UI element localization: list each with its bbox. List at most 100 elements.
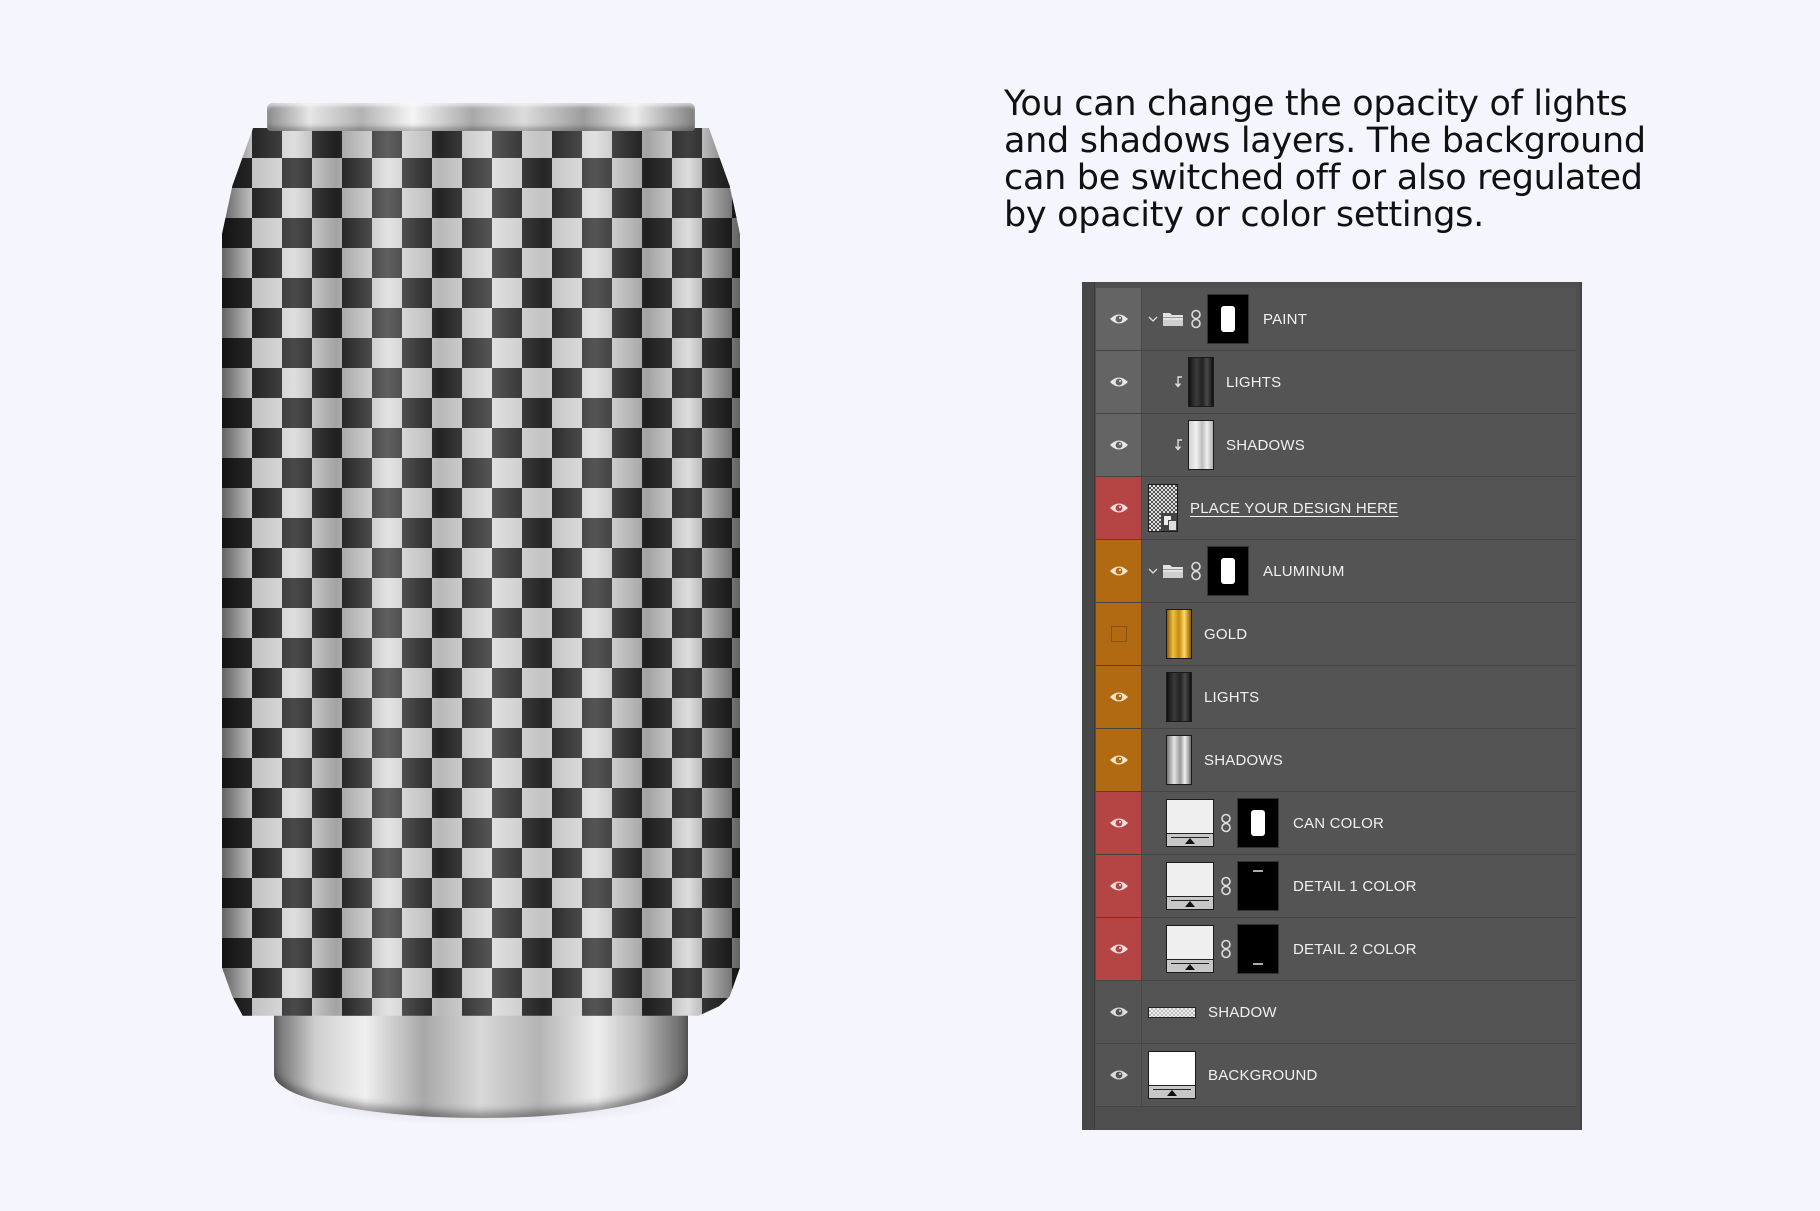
layer-row[interactable]: DETAIL 2 COLOR bbox=[1096, 918, 1576, 981]
layer-mask-thumbnail[interactable] bbox=[1237, 798, 1279, 848]
layer-row[interactable]: LIGHTS bbox=[1096, 666, 1576, 729]
chain-link-icon bbox=[1220, 813, 1237, 833]
layer-mask-thumbnail[interactable] bbox=[1207, 546, 1249, 596]
visibility-toggle[interactable] bbox=[1096, 918, 1142, 980]
layer-row[interactable]: LIGHTS bbox=[1096, 351, 1576, 414]
smart-object-icon bbox=[1161, 513, 1177, 531]
can-rim bbox=[267, 103, 695, 131]
top-line-mask bbox=[1253, 870, 1263, 872]
layer-thumbnail[interactable] bbox=[1166, 609, 1192, 659]
layers-list: PAINT LIGHTS SHADOWS PLACE YOUR DESIGN H… bbox=[1096, 288, 1576, 1121]
chain-link-icon bbox=[1190, 309, 1207, 329]
layer-thumbnail[interactable] bbox=[1166, 735, 1192, 785]
layer-thumbnail[interactable] bbox=[1166, 672, 1192, 722]
smart-object-thumbnail[interactable] bbox=[1148, 484, 1178, 532]
layer-row[interactable]: DETAIL 1 COLOR bbox=[1096, 855, 1576, 918]
layer-row[interactable]: ALUMINUM bbox=[1096, 540, 1576, 603]
fill-layer-thumbnail[interactable] bbox=[1166, 862, 1214, 910]
layer-content: SHADOWS bbox=[1142, 414, 1576, 476]
layer-row[interactable]: SHADOWS bbox=[1096, 729, 1576, 792]
can-mockup bbox=[222, 100, 742, 1125]
layer-name[interactable]: SHADOWS bbox=[1204, 752, 1283, 769]
layer-content: SHADOWS bbox=[1142, 729, 1576, 791]
visibility-toggle[interactable] bbox=[1096, 1044, 1142, 1106]
layer-row[interactable]: SHADOW bbox=[1096, 981, 1576, 1044]
eye-icon[interactable] bbox=[1109, 565, 1129, 577]
eye-icon[interactable] bbox=[1109, 376, 1129, 388]
folder-icon bbox=[1162, 563, 1190, 579]
eye-icon[interactable] bbox=[1109, 1006, 1129, 1018]
layer-thumbnail[interactable] bbox=[1188, 357, 1214, 407]
fill-adjust-icon bbox=[1167, 833, 1213, 846]
layer-mask-thumbnail[interactable] bbox=[1237, 924, 1279, 974]
fill-layer-thumbnail[interactable] bbox=[1166, 799, 1214, 847]
layer-row[interactable]: CAN COLOR bbox=[1096, 792, 1576, 855]
layer-name[interactable]: PAINT bbox=[1263, 311, 1307, 328]
eye-icon[interactable] bbox=[1109, 817, 1129, 829]
visibility-toggle[interactable] bbox=[1096, 981, 1142, 1043]
can-shape-mask bbox=[1221, 306, 1235, 332]
visibility-toggle[interactable] bbox=[1096, 855, 1142, 917]
visibility-toggle[interactable] bbox=[1096, 414, 1142, 476]
eye-icon[interactable] bbox=[1109, 943, 1129, 955]
layer-name[interactable]: DETAIL 2 COLOR bbox=[1293, 941, 1417, 958]
eye-icon[interactable] bbox=[1109, 502, 1129, 514]
layers-panel: PAINT LIGHTS SHADOWS PLACE YOUR DESIGN H… bbox=[1082, 282, 1582, 1130]
clipping-arrow-icon bbox=[1174, 439, 1188, 451]
can-shape-mask bbox=[1221, 558, 1235, 584]
layer-content: PLACE YOUR DESIGN HERE bbox=[1142, 477, 1576, 539]
can-shape-mask bbox=[1251, 810, 1265, 836]
chevron-down-icon[interactable] bbox=[1142, 314, 1162, 324]
visibility-toggle-off[interactable] bbox=[1096, 603, 1142, 665]
layer-row[interactable]: SHADOWS bbox=[1096, 414, 1576, 477]
layer-content: PAINT bbox=[1142, 288, 1576, 350]
visibility-toggle[interactable] bbox=[1096, 792, 1142, 854]
layer-name[interactable]: BACKGROUND bbox=[1208, 1067, 1318, 1084]
panel-left-strip bbox=[1082, 282, 1095, 1130]
eye-icon[interactable] bbox=[1109, 880, 1129, 892]
fill-layer-thumbnail[interactable] bbox=[1148, 1051, 1196, 1099]
fill-layer-thumbnail[interactable] bbox=[1166, 925, 1214, 973]
layer-name[interactable]: SHADOWS bbox=[1226, 437, 1305, 454]
layer-name[interactable]: DETAIL 1 COLOR bbox=[1293, 878, 1417, 895]
eye-icon[interactable] bbox=[1109, 439, 1129, 451]
layer-name[interactable]: ALUMINUM bbox=[1263, 563, 1345, 580]
layer-mask-thumbnail[interactable] bbox=[1237, 861, 1279, 911]
fill-adjust-icon bbox=[1167, 959, 1213, 972]
layer-content: DETAIL 2 COLOR bbox=[1142, 918, 1576, 980]
can-base bbox=[274, 1008, 688, 1118]
folder-icon bbox=[1162, 311, 1190, 327]
layer-name[interactable]: SHADOW bbox=[1208, 1004, 1277, 1021]
eye-icon[interactable] bbox=[1109, 691, 1129, 703]
visibility-toggle[interactable] bbox=[1096, 288, 1142, 350]
visibility-toggle[interactable] bbox=[1096, 666, 1142, 728]
layer-content: LIGHTS bbox=[1142, 351, 1576, 413]
layer-content: ALUMINUM bbox=[1142, 540, 1576, 602]
chain-link-icon bbox=[1220, 939, 1237, 959]
layer-thumbnail[interactable] bbox=[1148, 1006, 1196, 1018]
layer-row[interactable]: PAINT bbox=[1096, 288, 1576, 351]
visibility-toggle[interactable] bbox=[1096, 477, 1142, 539]
visibility-toggle[interactable] bbox=[1096, 729, 1142, 791]
bottom-line-mask bbox=[1253, 963, 1263, 965]
layer-thumbnail[interactable] bbox=[1188, 420, 1214, 470]
layer-name[interactable]: LIGHTS bbox=[1226, 374, 1281, 391]
visibility-toggle[interactable] bbox=[1096, 540, 1142, 602]
layer-mask-thumbnail[interactable] bbox=[1207, 294, 1249, 344]
layer-row[interactable]: BACKGROUND bbox=[1096, 1044, 1576, 1107]
layer-row[interactable]: PLACE YOUR DESIGN HERE bbox=[1096, 477, 1576, 540]
eye-icon[interactable] bbox=[1109, 1069, 1129, 1081]
layer-name[interactable]: GOLD bbox=[1204, 626, 1247, 643]
chevron-down-icon[interactable] bbox=[1142, 566, 1162, 576]
hidden-checkbox-icon[interactable] bbox=[1110, 626, 1127, 642]
can-body bbox=[222, 128, 740, 1016]
layer-name[interactable]: CAN COLOR bbox=[1293, 815, 1384, 832]
layer-name[interactable]: PLACE YOUR DESIGN HERE bbox=[1190, 500, 1398, 517]
layer-name[interactable]: LIGHTS bbox=[1204, 689, 1259, 706]
description-text: You can change the opacity of lights and… bbox=[1004, 84, 1646, 235]
chain-link-icon bbox=[1190, 561, 1207, 581]
visibility-toggle[interactable] bbox=[1096, 351, 1142, 413]
eye-icon[interactable] bbox=[1109, 754, 1129, 766]
layer-row[interactable]: GOLD bbox=[1096, 603, 1576, 666]
eye-icon[interactable] bbox=[1109, 313, 1129, 325]
